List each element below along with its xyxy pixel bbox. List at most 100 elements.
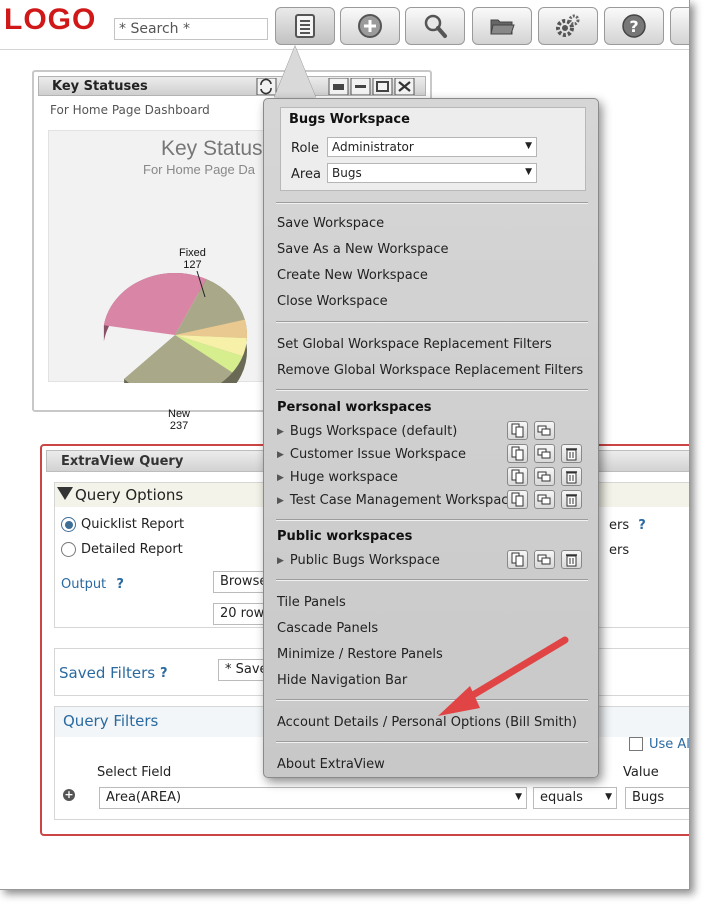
delete-workspace-button[interactable] xyxy=(561,467,582,486)
query-options-label: Query Options xyxy=(75,486,184,504)
slice-label-new-name: New xyxy=(168,408,191,420)
windows-icon xyxy=(537,471,551,482)
menu-item-hide-navigation-bar[interactable]: Hide Navigation Bar xyxy=(277,673,407,688)
slice-label-fixed-value: 127 xyxy=(183,259,202,271)
slice-label-fixed: Fixed 127 xyxy=(179,247,206,271)
menu-item-close-workspace[interactable]: Close Workspace xyxy=(277,294,388,309)
role-label: Role xyxy=(291,141,320,156)
menu-item-save-as-new-workspace[interactable]: Save As a New Workspace xyxy=(277,242,448,257)
query-filters-label[interactable]: Query Filters xyxy=(63,712,158,730)
field-select[interactable]: Area(AREA) ▼ xyxy=(99,787,527,809)
menu-item-about-extraview[interactable]: About ExtraView xyxy=(277,757,385,772)
workspace-name: Bugs Workspace (default) xyxy=(289,424,458,439)
expand-arrow-icon[interactable]: ▶ xyxy=(277,496,284,506)
role-value: Administrator xyxy=(332,140,414,154)
open-workspace-button[interactable] xyxy=(507,550,528,569)
menu-item-save-workspace[interactable]: Save Workspace xyxy=(277,216,384,231)
expand-arrow-icon[interactable]: ▶ xyxy=(277,450,284,460)
duplicate-workspace-button[interactable] xyxy=(534,444,555,463)
saved-filters-label[interactable]: Saved Filters xyxy=(59,664,155,682)
delete-workspace-button[interactable] xyxy=(561,444,582,463)
personal-workspace-item[interactable]: ▶ Customer Issue Workspace xyxy=(277,447,466,462)
value-select[interactable]: Bugs xyxy=(625,787,689,809)
help-icon[interactable]: ? xyxy=(638,518,646,533)
menu-item-create-new-workspace[interactable]: Create New Workspace xyxy=(277,268,428,283)
help-icon[interactable]: ? xyxy=(116,577,124,592)
print-icon[interactable] xyxy=(328,78,349,95)
duplicate-workspace-button[interactable] xyxy=(534,467,555,486)
workspace-name: Huge workspace xyxy=(289,470,398,485)
public-workspaces-heading: Public workspaces xyxy=(277,529,413,544)
search-icon xyxy=(424,14,447,38)
current-workspace-box: Bugs Workspace Role Administrator ▼ Area… xyxy=(280,107,586,191)
help-icon[interactable]: ? xyxy=(160,666,168,681)
menu-item-tile-panels[interactable]: Tile Panels xyxy=(277,595,346,610)
help-icon: ? xyxy=(622,14,646,38)
filters-partial-2: ers xyxy=(609,543,630,558)
copy-icon xyxy=(511,469,524,484)
personal-workspaces-heading: Personal workspaces xyxy=(277,400,432,415)
query-title: ExtraView Query xyxy=(61,454,184,469)
slice-label-fixed-name: Fixed xyxy=(179,247,206,259)
radio-button[interactable] xyxy=(61,517,76,532)
trash-icon xyxy=(566,494,577,507)
expand-arrow-icon[interactable]: ▶ xyxy=(277,556,284,566)
use-all-label[interactable]: Use All xyxy=(649,737,689,752)
delete-workspace-button[interactable] xyxy=(561,490,582,509)
folder-button[interactable] xyxy=(472,7,532,45)
collapse-triangle-icon[interactable] xyxy=(57,487,73,500)
radio-detailed-report[interactable]: Detailed Report xyxy=(61,542,183,557)
menu-item-remove-global-filters[interactable]: Remove Global Workspace Replacement Filt… xyxy=(277,363,583,378)
personal-workspace-item[interactable]: ▶ Huge workspace xyxy=(277,470,398,485)
dropdown-arrow-icon: ▼ xyxy=(525,167,532,177)
slice-label-new: New 237 xyxy=(168,408,190,432)
open-workspace-button[interactable] xyxy=(507,444,528,463)
output-link[interactable]: Output xyxy=(61,577,106,592)
menu-separator xyxy=(276,202,588,204)
duplicate-workspace-button[interactable] xyxy=(534,421,555,440)
open-workspace-button[interactable] xyxy=(507,490,528,509)
search-input[interactable] xyxy=(114,18,268,40)
app-window: LOGO * Search * ? Key Statuses For Home … xyxy=(0,0,690,890)
operator-select[interactable]: equals ▼ xyxy=(533,787,617,809)
maximize-icon[interactable] xyxy=(372,78,393,95)
personal-workspace-item[interactable]: ▶ Test Case Management Workspace xyxy=(277,493,516,508)
svg-text:?: ? xyxy=(629,17,638,36)
personal-workspace-item[interactable]: ▶ Bugs Workspace (default) xyxy=(277,424,457,439)
role-select[interactable]: Administrator ▼ xyxy=(327,137,537,157)
duplicate-workspace-button[interactable] xyxy=(534,490,555,509)
search-button[interactable] xyxy=(405,7,465,45)
public-workspace-item[interactable]: ▶ Public Bugs Workspace xyxy=(277,553,440,568)
workspace-dropdown-menu: Bugs Workspace Role Administrator ▼ Area… xyxy=(263,98,599,778)
workspace-name: Test Case Management Workspace xyxy=(289,493,517,508)
radio-button[interactable] xyxy=(61,542,76,557)
panel-title: Key Statuses xyxy=(52,79,148,94)
menu-item-minimize-restore-panels[interactable]: Minimize / Restore Panels xyxy=(277,647,443,662)
use-all-checkbox[interactable] xyxy=(629,737,643,751)
radio-label: Quicklist Report xyxy=(81,517,185,532)
windows-icon xyxy=(537,554,551,565)
workspace-menu-button[interactable] xyxy=(275,7,335,45)
open-workspace-button[interactable] xyxy=(507,421,528,440)
menu-separator xyxy=(276,519,588,521)
menu-separator xyxy=(276,389,588,391)
add-button[interactable] xyxy=(340,7,400,45)
close-icon[interactable] xyxy=(394,78,415,95)
help-button[interactable]: ? xyxy=(604,7,664,45)
pie-chart xyxy=(103,270,247,383)
delete-workspace-button[interactable] xyxy=(561,550,582,569)
menu-item-set-global-filters[interactable]: Set Global Workspace Replacement Filters xyxy=(277,337,552,352)
duplicate-workspace-button[interactable] xyxy=(534,550,555,569)
area-select[interactable]: Bugs ▼ xyxy=(327,163,537,183)
menu-item-account-details[interactable]: Account Details / Personal Options (Bill… xyxy=(277,715,577,730)
expand-arrow-icon[interactable]: ▶ xyxy=(277,473,284,483)
menu-item-cascade-panels[interactable]: Cascade Panels xyxy=(277,621,378,636)
settings-button[interactable] xyxy=(538,7,598,45)
windows-icon xyxy=(537,448,551,459)
open-workspace-button[interactable] xyxy=(507,467,528,486)
radio-quicklist-report[interactable]: Quicklist Report xyxy=(61,517,184,532)
more-button[interactable] xyxy=(670,7,689,45)
minimize-icon[interactable] xyxy=(350,78,371,95)
expand-arrow-icon[interactable]: ▶ xyxy=(277,427,284,437)
add-filter-icon[interactable]: + xyxy=(63,789,75,801)
